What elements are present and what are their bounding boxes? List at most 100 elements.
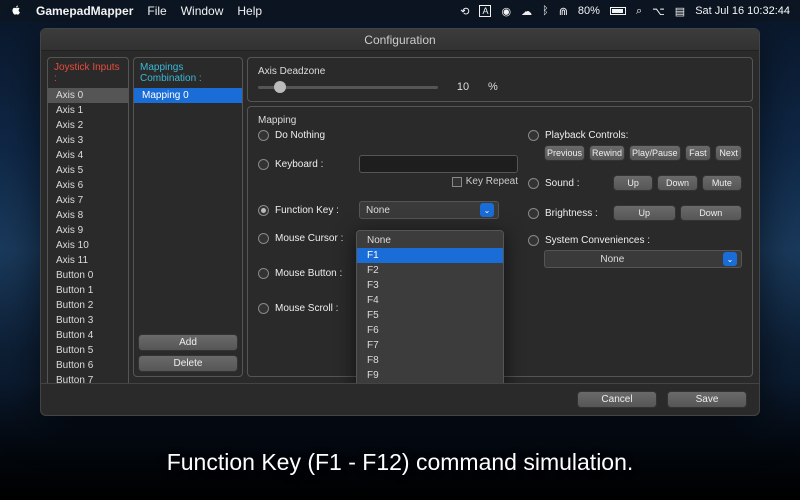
save-button[interactable]: Save [667,391,747,408]
add-button[interactable]: Add [138,334,238,351]
joystick-item[interactable]: Button 7 [48,373,128,383]
mouse-scroll-radio[interactable] [258,303,269,314]
deadzone-unit: % [488,81,498,93]
key-repeat-row[interactable]: Key Repeat [258,176,518,187]
dropdown-item[interactable]: F7 [357,338,503,353]
brightness-button[interactable]: Up [613,205,676,221]
playback-button[interactable]: Previous [544,145,585,161]
joystick-item[interactable]: Button 6 [48,358,128,373]
mouse-scroll-label: Mouse Scroll : [275,303,353,314]
slider-thumb[interactable] [274,81,286,93]
playback-button[interactable]: Play/Pause [629,145,681,161]
cloud-icon[interactable]: ☁ [521,5,532,18]
joystick-item[interactable]: Axis 0 [48,88,128,103]
joystick-item[interactable]: Axis 8 [48,208,128,223]
joystick-item[interactable]: Axis 3 [48,133,128,148]
dropdown-item[interactable]: F3 [357,278,503,293]
joystick-item[interactable]: Button 2 [48,298,128,313]
sysconv-radio[interactable] [528,235,539,246]
do-nothing-radio[interactable] [258,130,269,141]
dropdown-item[interactable]: F1 [357,248,503,263]
playback-button[interactable]: Next [715,145,742,161]
joystick-item[interactable]: Axis 10 [48,238,128,253]
history-icon[interactable]: ⟲ [460,5,469,18]
window-titlebar[interactable]: Configuration [41,29,759,51]
mapping-right-col: Playback Controls: PreviousRewindPlay/Pa… [528,130,742,314]
sound-button[interactable]: Mute [702,175,742,191]
deadzone-slider[interactable] [258,86,438,89]
function-key-radio[interactable] [258,205,269,216]
playback-button[interactable]: Rewind [589,145,625,161]
control-center-icon[interactable]: ⌥ [652,5,665,18]
cancel-button[interactable]: Cancel [577,391,657,408]
dropdown-item[interactable]: F2 [357,263,503,278]
joystick-item[interactable]: Axis 2 [48,118,128,133]
deadzone-label: Axis Deadzone [258,66,742,77]
mapping-item[interactable]: Mapping 0 [134,88,242,103]
function-key-row[interactable]: Function Key : None ⌄ [258,201,518,219]
joystick-inputs-panel: Joystick Inputs : Axis 0Axis 1Axis 2Axis… [47,57,129,383]
joystick-item[interactable]: Axis 6 [48,178,128,193]
chevron-down-icon: ⌄ [480,203,494,217]
dropdown-item[interactable]: F4 [357,293,503,308]
bluetooth-icon[interactable]: ᛒ [542,5,549,17]
caption-text: Function Key (F1 - F12) command simulati… [0,449,800,476]
search-icon[interactable]: ⌕ [636,5,642,18]
apple-logo-icon[interactable] [10,4,22,19]
battery-icon[interactable] [610,7,626,15]
dropdown-item[interactable]: None [357,233,503,248]
keyboard-input[interactable] [359,155,518,173]
do-nothing-label: Do Nothing [275,130,353,141]
delete-button[interactable]: Delete [138,355,238,372]
brightness-radio[interactable] [528,208,539,219]
joystick-inputs-list[interactable]: Axis 0Axis 1Axis 2Axis 3Axis 4Axis 5Axis… [48,88,128,383]
joystick-item[interactable]: Axis 7 [48,193,128,208]
sound-button[interactable]: Down [657,175,697,191]
wifi-icon[interactable]: ⋒ [559,5,568,18]
battery-percent[interactable]: 80% [578,5,600,17]
joystick-item[interactable]: Button 0 [48,268,128,283]
deadzone-value: 10 [448,81,478,93]
playback-label: Playback Controls: [545,130,628,141]
menu-help[interactable]: Help [237,4,262,18]
playback-radio[interactable] [528,130,539,141]
joystick-item[interactable]: Axis 11 [48,253,128,268]
clock[interactable]: Sat Jul 16 10:32:44 [695,5,790,17]
function-key-select[interactable]: None ⌄ [359,201,499,219]
joystick-item[interactable]: Button 1 [48,283,128,298]
menubar: GamepadMapper File Window Help ⟲ A ◉ ☁ ᛒ… [0,0,800,22]
mouse-button-radio[interactable] [258,268,269,279]
brightness-button[interactable]: Down [680,205,743,221]
mappings-panel: Mappings Combination : Mapping 0 Add Del… [133,57,243,377]
dropdown-item[interactable]: F6 [357,323,503,338]
key-repeat-checkbox[interactable] [452,177,462,187]
joystick-item[interactable]: Button 4 [48,328,128,343]
shield-icon[interactable]: ◉ [501,5,511,18]
playback-button[interactable]: Fast [685,145,712,161]
joystick-item[interactable]: Button 5 [48,343,128,358]
keyboard-row[interactable]: Keyboard : [258,155,518,173]
dropdown-item[interactable]: F9 [357,368,503,383]
notification-icon[interactable]: ▤ [675,5,685,18]
joystick-item[interactable]: Axis 5 [48,163,128,178]
do-nothing-row[interactable]: Do Nothing [258,130,518,141]
menu-file[interactable]: File [147,4,166,18]
keyboard-radio[interactable] [258,159,269,170]
mappings-list[interactable]: Mapping 0 [134,88,242,330]
joystick-item[interactable]: Axis 9 [48,223,128,238]
mouse-cursor-radio[interactable] [258,233,269,244]
sysconv-select[interactable]: None ⌄ [544,250,742,268]
joystick-item[interactable]: Button 3 [48,313,128,328]
sound-radio[interactable] [528,178,539,189]
sound-button[interactable]: Up [613,175,653,191]
dropdown-item[interactable]: F5 [357,308,503,323]
mapping-left-col: Do Nothing Keyboard : Key Repeat [258,130,518,314]
app-name[interactable]: GamepadMapper [36,4,133,18]
dropdown-item[interactable]: F8 [357,353,503,368]
joystick-item[interactable]: Axis 1 [48,103,128,118]
sysconv-value: None [600,254,624,265]
menu-window[interactable]: Window [181,4,224,18]
input-icon[interactable]: A [479,5,491,17]
function-key-dropdown[interactable]: NoneF1F2F3F4F5F6F7F8F9F10F11F12 [356,230,504,383]
joystick-item[interactable]: Axis 4 [48,148,128,163]
